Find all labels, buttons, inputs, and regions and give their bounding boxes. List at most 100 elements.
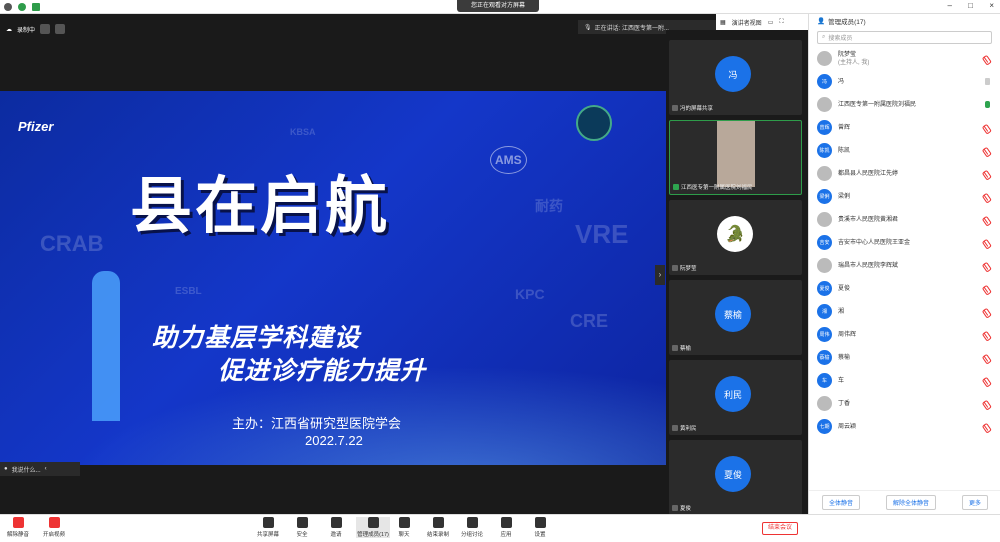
search-icon: ⌕ <box>822 34 826 40</box>
security-button[interactable]: 安全 <box>288 517 316 538</box>
member-name: 贵溪市人民医院黄湘君 <box>838 216 899 223</box>
member-name: 陈凯 <box>838 147 851 154</box>
mic-icon[interactable] <box>985 101 990 108</box>
start-video-button[interactable]: 开启视频 <box>40 517 68 538</box>
member-avatar: 蔡榆 <box>817 350 832 365</box>
member-row[interactable]: 七期 周云颖 <box>809 415 1000 438</box>
talk-bar[interactable]: ● 我说什么... ‹ <box>0 462 80 476</box>
member-row[interactable]: 阮梦莹 (主持人, 我) <box>809 47 1000 70</box>
security-shield-icon[interactable] <box>18 3 26 11</box>
member-avatar: 周伟 <box>817 327 832 342</box>
tile-avatar: 利民 <box>715 376 751 412</box>
muted-mic-icon[interactable] <box>983 215 992 224</box>
pfizer-logo: Pfizer <box>18 119 54 134</box>
muted-mic-icon[interactable] <box>983 238 992 247</box>
grid-icon[interactable]: ▦ <box>720 19 726 26</box>
member-info: 车 <box>838 377 844 385</box>
manage-members-button[interactable]: 管理成员(17) <box>356 517 390 538</box>
member-row[interactable]: 车车 <box>809 369 1000 392</box>
member-info: 曾辉 <box>838 124 850 132</box>
muted-mic-icon[interactable] <box>983 353 992 362</box>
member-row[interactable]: 夏俊 夏俊 <box>809 277 1000 300</box>
member-row[interactable]: 陈凯 陈凯 <box>809 139 1000 162</box>
video-tile[interactable]: 🐊 阮梦莹 <box>669 200 802 275</box>
end-meeting-button[interactable]: 结束会议 <box>762 522 798 535</box>
invite-button[interactable]: 邀请 <box>322 517 350 538</box>
member-avatar: 夏俊 <box>817 281 832 296</box>
mute-all-button[interactable]: 全体静音 <box>821 495 860 510</box>
video-tile[interactable]: 蔡榆 蔡榆 <box>669 280 802 355</box>
breakout-icon <box>466 517 478 528</box>
member-avatar: 湘 <box>817 304 832 319</box>
muted-mic-icon[interactable] <box>983 123 992 132</box>
apps-button[interactable]: 应用 <box>492 517 520 538</box>
member-info: 都昌县人民医院江先婷 <box>838 170 898 178</box>
member-row[interactable]: 冯冯 <box>809 70 1000 93</box>
more-button[interactable]: 更多 <box>961 495 988 510</box>
video-tile[interactable]: 利民 黄利民 <box>669 360 802 435</box>
unmute-all-button[interactable]: 解除全体静音 <box>885 495 936 510</box>
member-row[interactable]: 贵溪市人民医院黄湘君 <box>809 208 1000 231</box>
presentation-slide: CRAB ESBL KPC CRE VRE AMS KBSA 耐药 Pfizer… <box>0 91 666 465</box>
view-mode-button[interactable]: 演讲者视图 <box>732 18 762 27</box>
video-tile[interactable]: 冯 冯的屏幕共享 <box>669 40 802 115</box>
screen-share-notice[interactable]: 您正在观看对方屏幕 <box>457 0 539 12</box>
video-tile[interactable]: 江西医专第一附属医院刘福民 <box>669 120 802 195</box>
settings-button[interactable]: 设置 <box>526 517 554 538</box>
member-row[interactable]: 曾辉 曾辉 <box>809 116 1000 139</box>
member-row[interactable]: 蔡榆 蔡榆 <box>809 346 1000 369</box>
member-avatar <box>817 166 832 181</box>
member-row[interactable]: 周伟 周伟辉 <box>809 323 1000 346</box>
member-row[interactable]: 江西医专第一附属医院刘福民 <box>809 93 1000 116</box>
member-info: 陈凯 <box>838 147 850 155</box>
signal-icon[interactable] <box>32 3 40 11</box>
close-icon[interactable]: × <box>989 1 994 10</box>
member-search-input[interactable]: ⌕ 搜索成员 <box>817 31 992 44</box>
minimize-icon[interactable]: – <box>948 1 952 10</box>
member-row[interactable]: 都昌县人民医院江先婷 <box>809 162 1000 185</box>
tile-name-text: 蔡榆 <box>680 346 692 352</box>
mic-icon[interactable] <box>985 78 990 85</box>
member-row[interactable]: 湘湘 <box>809 300 1000 323</box>
chat-button[interactable]: 聊天 <box>390 517 418 538</box>
stop-recording-button[interactable]: 结束录制 <box>424 517 452 538</box>
slide-ghost-word: AMS <box>490 146 527 174</box>
muted-mic-icon[interactable] <box>983 422 992 431</box>
breakout-rooms-button[interactable]: 分组讨论 <box>458 517 486 538</box>
muted-mic-icon[interactable] <box>983 146 992 155</box>
member-row[interactable]: 丁香 <box>809 392 1000 415</box>
fullscreen-icon[interactable]: ⛶ <box>779 19 783 26</box>
muted-mic-icon[interactable] <box>983 399 992 408</box>
active-mic-icon <box>673 184 679 190</box>
member-row[interactable]: 吉安 吉安市中心人民医院王亚金 <box>809 231 1000 254</box>
chevron-left-icon[interactable]: ‹ <box>45 466 47 472</box>
cloud-icon: ☁ <box>6 26 12 33</box>
member-row[interactable]: 瑞昌市人民医院李辉斌 <box>809 254 1000 277</box>
stop-recording-button[interactable] <box>55 24 66 34</box>
toolbar-label: 分组讨论 <box>460 532 483 538</box>
tile-name: 冯的屏幕共享 <box>672 104 713 112</box>
muted-mic-icon[interactable] <box>983 261 992 270</box>
slide-title: 县在启航 <box>130 172 391 241</box>
tile-name: 蔡榆 <box>672 344 691 352</box>
muted-mic-icon[interactable] <box>983 54 992 63</box>
muted-mic-icon[interactable] <box>983 307 992 316</box>
muted-mic-icon[interactable] <box>983 169 992 178</box>
collapse-video-button[interactable]: › <box>655 265 665 285</box>
info-icon[interactable] <box>4 3 12 11</box>
video-tile[interactable]: 夏俊 夏俊 <box>669 440 802 515</box>
muted-mic-icon[interactable] <box>983 192 992 201</box>
muted-mic-icon[interactable] <box>983 284 992 293</box>
member-avatar <box>817 97 832 112</box>
share-screen-button[interactable]: 共享屏幕 <box>254 517 282 538</box>
member-row[interactable]: 梁俐 梁俐 <box>809 185 1000 208</box>
maximize-icon[interactable]: □ <box>968 1 973 10</box>
muted-mic-icon <box>672 265 678 271</box>
unmute-button[interactable]: 解除静音 <box>4 517 32 538</box>
layout-icon[interactable]: ▭ <box>768 19 774 26</box>
toolbar-label: 管理成员(17) <box>357 532 389 538</box>
pause-recording-button[interactable] <box>40 24 51 34</box>
muted-mic-icon <box>672 345 678 351</box>
muted-mic-icon[interactable] <box>983 376 992 385</box>
muted-mic-icon[interactable] <box>983 330 992 339</box>
